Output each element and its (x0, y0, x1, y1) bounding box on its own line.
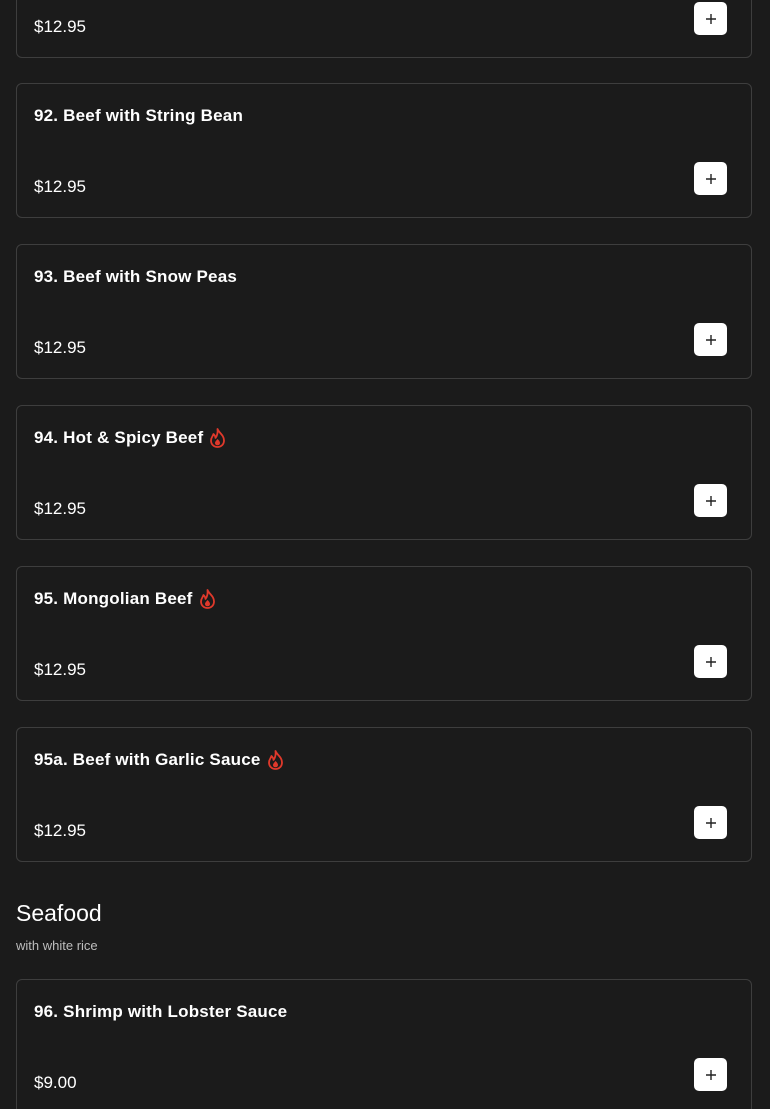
add-item-button[interactable] (694, 162, 727, 195)
menu-item-card[interactable]: 93. Beef with Snow Peas $12.95 (16, 244, 752, 379)
add-item-button[interactable] (694, 2, 727, 35)
item-price: $12.95 (34, 660, 86, 679)
menu-item-card[interactable]: 95. Mongolian Beef $12.95 (16, 566, 752, 701)
menu-item-card[interactable]: 95a. Beef with Garlic Sauce $12.95 (16, 727, 752, 862)
plus-icon (705, 1069, 716, 1080)
plus-icon (705, 817, 716, 828)
item-name: 92. Beef with String Bean (34, 106, 244, 125)
plus-icon (705, 334, 716, 345)
item-name: 94. Hot & Spicy Beef (34, 428, 226, 448)
menu-item-card[interactable]: 96. Shrimp with Lobster Sauce $9.00 (16, 979, 752, 1109)
add-item-button[interactable] (694, 1058, 727, 1091)
flame-icon (267, 750, 283, 770)
menu-item-card[interactable]: 92. Beef with String Bean $12.95 (16, 83, 752, 218)
flame-icon (199, 589, 215, 609)
plus-icon (705, 495, 716, 506)
item-name: 95. Mongolian Beef (34, 589, 216, 609)
item-price: $12.95 (34, 17, 86, 36)
add-item-button[interactable] (694, 645, 727, 678)
plus-icon (705, 13, 716, 24)
plus-icon (705, 173, 716, 184)
add-item-button[interactable] (694, 323, 727, 356)
menu-item-card[interactable]: 94. Hot & Spicy Beef $12.95 (16, 405, 752, 540)
item-price: $12.95 (34, 177, 86, 196)
section-title: Seafood (16, 900, 102, 926)
section-subtitle: with white rice (16, 938, 98, 953)
add-item-button[interactable] (694, 484, 727, 517)
flame-icon (210, 428, 226, 448)
menu-item-card[interactable]: $12.95 (16, 0, 752, 58)
add-item-button[interactable] (694, 806, 727, 839)
item-name: 96. Shrimp with Lobster Sauce (34, 1002, 288, 1021)
item-price: $12.95 (34, 338, 86, 357)
item-price: $12.95 (34, 499, 86, 518)
item-name: 95a. Beef with Garlic Sauce (34, 750, 284, 770)
plus-icon (705, 656, 716, 667)
item-price: $12.95 (34, 821, 86, 840)
menu-page: $12.95 92. Beef with String Bean $12.95 … (0, 0, 770, 1109)
item-price: $9.00 (34, 1073, 77, 1092)
item-name: 93. Beef with Snow Peas (34, 267, 237, 286)
